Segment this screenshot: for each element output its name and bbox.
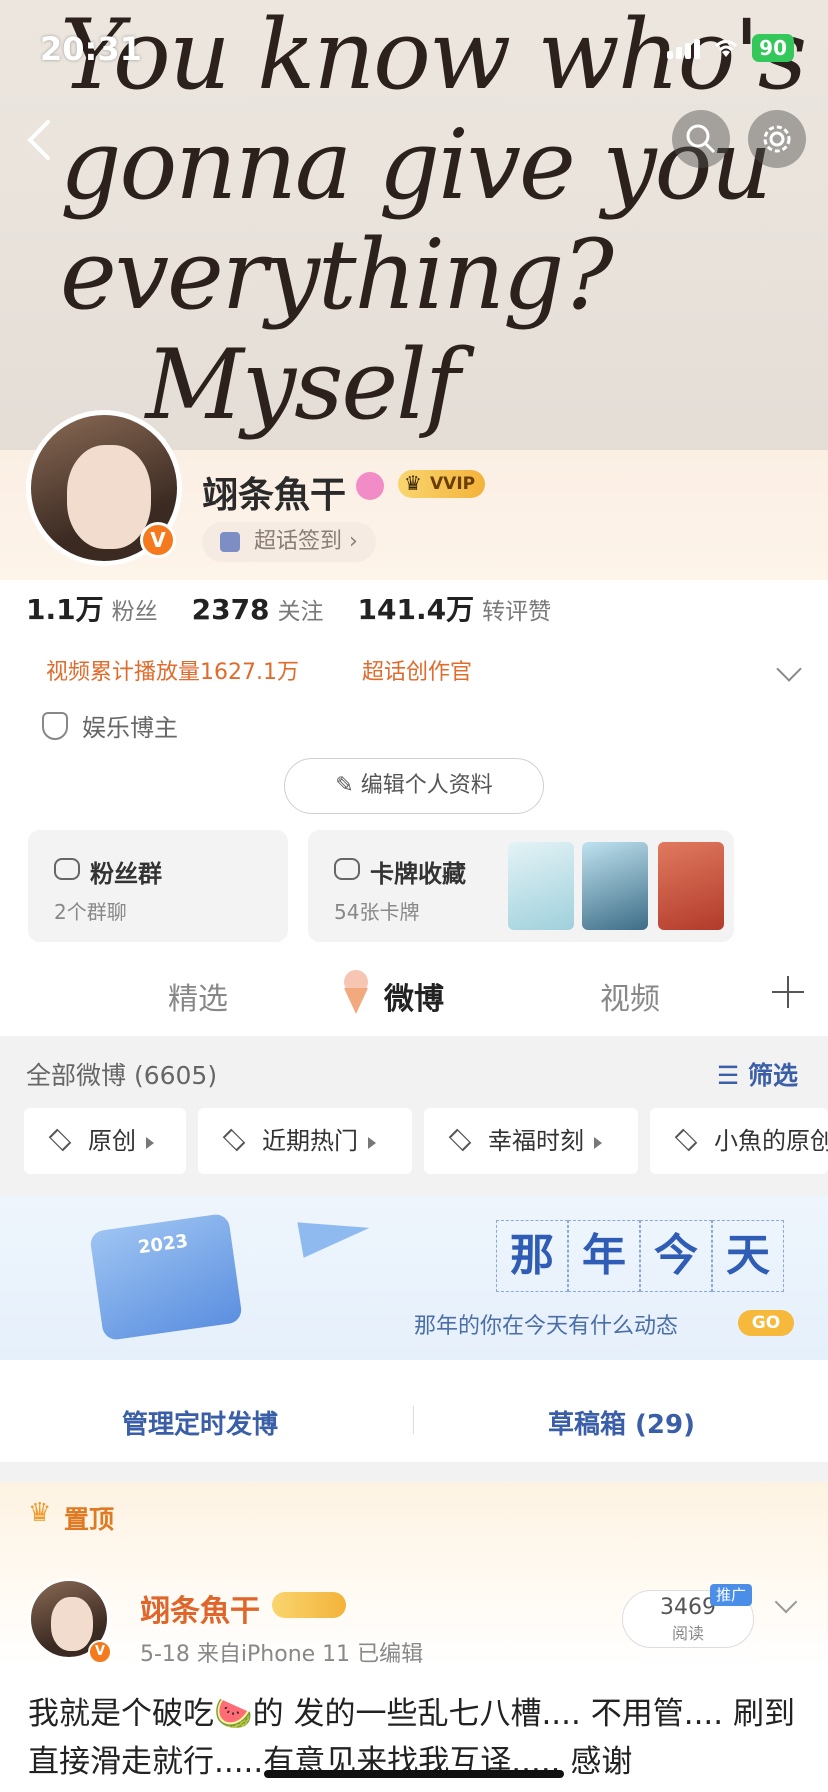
filter-label: 筛选 [747, 1061, 798, 1090]
shield-icon [42, 711, 68, 740]
read-count-label: 阅读 [671, 1624, 704, 1643]
filter-happy[interactable]: 幸福时刻 [424, 1108, 638, 1174]
layers-icon [674, 1128, 698, 1152]
search-badge-icon [356, 472, 384, 500]
vvip-badge[interactable]: VVIP [398, 469, 486, 498]
card-icon [334, 858, 360, 880]
paper-plane-icon [297, 1210, 373, 1258]
section-gap [0, 1462, 828, 1482]
checkin-label: 超话签到 › [254, 529, 358, 554]
banner-title: 那 年 今 天 [496, 1220, 784, 1292]
filter-original[interactable]: 原创 [24, 1108, 186, 1174]
promote-badge[interactable]: 推广 [710, 1584, 753, 1606]
stat-following[interactable]: 2378 关注 [192, 592, 324, 626]
drafts-button[interactable]: 草稿箱 (29) [548, 1404, 695, 1441]
card-thumb-1[interactable] [508, 842, 574, 930]
wifi-icon [715, 40, 738, 57]
divider [413, 1406, 414, 1434]
filter-happy-label: 幸福时刻 [488, 1127, 584, 1155]
icecream-icon [344, 970, 368, 1014]
stat-fans[interactable]: 1.1万 粉丝 [26, 588, 158, 628]
stat-fans-num: 1.1万 [26, 593, 104, 626]
role-row: 娱乐博主 [42, 708, 178, 743]
filter-recent-hot[interactable]: 近期热门 [198, 1108, 412, 1174]
all-weibo-count: 全部微博 (6605) [26, 1061, 218, 1090]
filter-fish-original-label: 小魚的原创 [714, 1127, 828, 1155]
card-collection-title: 卡牌收藏 [370, 860, 466, 888]
fan-group-title: 粉丝群 [90, 860, 162, 888]
add-tab-icon[interactable] [772, 976, 804, 1008]
banner-subtitle: 那年的你在今天有什么动态 [414, 1314, 679, 1339]
filter-icon: ☰ [716, 1061, 748, 1090]
post-meta: 5-18 来自iPhone 11 已编辑 [140, 1642, 424, 1667]
filter-button[interactable]: ☰ 筛选 [717, 1056, 798, 1092]
search-icon [686, 124, 716, 154]
status-bar: 20:31 90 [0, 0, 828, 100]
status-icons: 90 [667, 34, 794, 62]
layers-icon [448, 1128, 472, 1152]
card-collection-card[interactable]: 卡牌收藏 54张卡牌 [308, 830, 734, 942]
pinned-label: 置顶 [28, 1498, 114, 1536]
manage-row: 管理定时发博 草稿箱 (29) [0, 1380, 828, 1460]
edit-profile-label: 编辑个人资料 [360, 773, 493, 798]
memory-banner[interactable]: 2023 那 年 今 天 那年的你在今天有什么动态 GO [0, 1196, 828, 1360]
stat-following-num: 2378 [191, 593, 270, 626]
layers-icon [222, 1128, 246, 1152]
go-button[interactable]: GO [738, 1310, 794, 1336]
chevron-down-icon[interactable] [776, 656, 802, 682]
tab-weibo[interactable]: 微博 [384, 974, 444, 1018]
filter-recent-hot-label: 近期热门 [262, 1127, 358, 1155]
gear-icon [763, 125, 791, 153]
filter-fish-original[interactable]: 小魚的原创 [650, 1108, 828, 1174]
content-tabs: 精选 微博 视频 [0, 966, 828, 1036]
fan-group-card[interactable]: 粉丝群 2个群聊 [28, 830, 288, 942]
verified-badge: V [140, 522, 176, 558]
tab-featured[interactable]: 精选 [168, 974, 228, 1018]
profile-stats: 1.1万 粉丝 2378 关注 141.4万 转评赞 [26, 588, 551, 628]
group-icon [54, 858, 80, 880]
profile-name: 翊条魚干 [202, 475, 347, 516]
banner-char: 那 [496, 1220, 568, 1292]
stat-interactions[interactable]: 141.4万 转评赞 [358, 588, 552, 628]
status-time: 20:31 [40, 30, 142, 68]
tab-video[interactable]: 视频 [600, 974, 660, 1018]
banner-char: 天 [712, 1220, 784, 1292]
stat-fans-label: 粉丝 [111, 599, 158, 625]
back-icon[interactable] [20, 118, 60, 162]
edit-profile-button[interactable]: ✎ 编辑个人资料 [284, 758, 544, 814]
checkin-button[interactable]: 超话签到 › [202, 522, 376, 562]
tag-creator[interactable]: 超话创作官 [362, 654, 472, 686]
settings-button[interactable] [748, 110, 806, 168]
calendar-icon [220, 532, 240, 552]
card-thumb-3[interactable] [658, 842, 724, 930]
banner-char: 今 [640, 1220, 712, 1292]
fan-group-sub: 2个群聊 [54, 900, 127, 924]
arrow-right-icon [594, 1137, 602, 1149]
stat-interactions-label: 转评赞 [482, 599, 552, 625]
banner-char: 年 [568, 1220, 640, 1292]
tag-video-plays[interactable]: 视频累计播放量1627.1万 [46, 654, 299, 686]
stat-following-label: 关注 [277, 599, 324, 625]
card-collection-sub: 54张卡牌 [334, 900, 420, 924]
crown-badge-icon [272, 1592, 346, 1618]
post-author[interactable]: 翊条魚干 [140, 1586, 260, 1630]
arrow-right-icon [368, 1137, 376, 1149]
battery-indicator: 90 [752, 34, 794, 62]
signal-icon [667, 37, 701, 59]
calendar-illustration [89, 1212, 243, 1342]
search-button[interactable] [672, 110, 730, 168]
pencil-icon: ✎ [335, 773, 361, 798]
role-label: 娱乐博主 [82, 714, 178, 742]
layers-icon [48, 1128, 72, 1152]
verified-badge: V [88, 1640, 112, 1664]
stat-interactions-num: 141.4万 [357, 593, 475, 626]
filter-original-label: 原创 [88, 1127, 136, 1155]
home-indicator [264, 1770, 564, 1778]
card-thumb-2[interactable] [582, 842, 648, 930]
scheduled-posts-button[interactable]: 管理定时发博 [122, 1404, 278, 1441]
arrow-right-icon [146, 1137, 154, 1149]
